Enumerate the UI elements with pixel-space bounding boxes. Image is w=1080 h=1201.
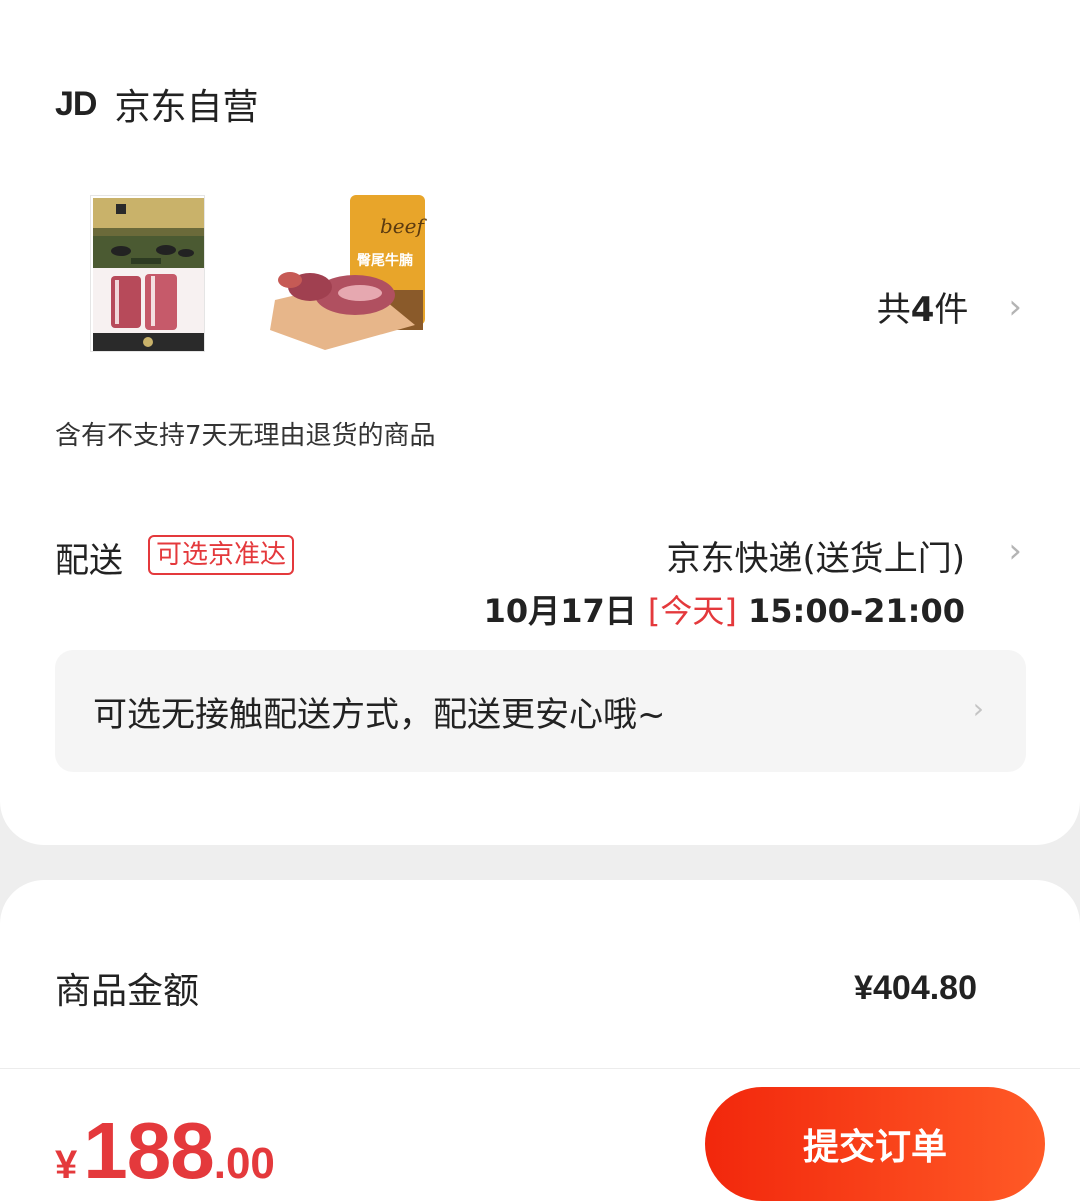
shop-header: JD 京东自营 bbox=[55, 78, 258, 130]
item-count: 共4件 bbox=[876, 290, 969, 330]
delivery-today-tag: [今天] bbox=[647, 592, 737, 630]
delivery-option-badge[interactable]: 可选京准达 bbox=[148, 535, 295, 575]
product-thumbnail-1[interactable] bbox=[90, 195, 205, 352]
goods-amount-row: 商品金额 ¥404.80 bbox=[55, 962, 977, 1014]
currency-symbol: ¥ bbox=[55, 1143, 78, 1187]
order-total: ¥ 188 .00 bbox=[55, 1105, 275, 1197]
contactless-text: 可选无接触配送方式，配送更安心哦~ bbox=[93, 694, 666, 735]
delivery-label: 配送 bbox=[55, 541, 123, 581]
item-count-link[interactable]: 共4件 › bbox=[877, 282, 1022, 331]
submit-order-button[interactable]: 提交订单 bbox=[705, 1087, 1045, 1201]
contactless-delivery-option[interactable]: 可选无接触配送方式，配送更安心哦~ › bbox=[55, 650, 1026, 772]
product-beef-ribs-icon bbox=[91, 196, 204, 351]
shop-name: 京东自营 bbox=[114, 87, 259, 128]
delivery-method[interactable]: 京东快递(送货上门) bbox=[666, 531, 965, 580]
product-beef-brisket-icon: beef 臀尾牛腩 bbox=[270, 195, 427, 350]
delivery-time-range: 15:00-21:00 bbox=[748, 592, 965, 630]
total-integer: 188 bbox=[83, 1106, 214, 1195]
goods-amount-label: 商品金额 bbox=[55, 971, 200, 1012]
chevron-right-icon[interactable]: › bbox=[1008, 531, 1022, 571]
thumb2-label: 臀尾牛腩 bbox=[357, 252, 413, 269]
goods-amount-value: ¥404.80 bbox=[854, 968, 977, 1007]
delivery-time: 10月17日 [今天] 15:00-21:00 bbox=[484, 586, 965, 632]
thumb2-brand: beef bbox=[380, 214, 427, 238]
chevron-right-icon: › bbox=[1008, 286, 1022, 327]
total-decimal: .00 bbox=[213, 1139, 275, 1188]
chevron-right-icon: › bbox=[972, 692, 984, 725]
delivery-date: 10月17日 bbox=[483, 592, 637, 630]
jd-logo: JD bbox=[55, 84, 97, 123]
return-policy-notice: 含有不支持7天无理由退货的商品 bbox=[55, 421, 436, 451]
product-thumbnail-2[interactable]: beef 臀尾牛腩 bbox=[265, 195, 430, 363]
